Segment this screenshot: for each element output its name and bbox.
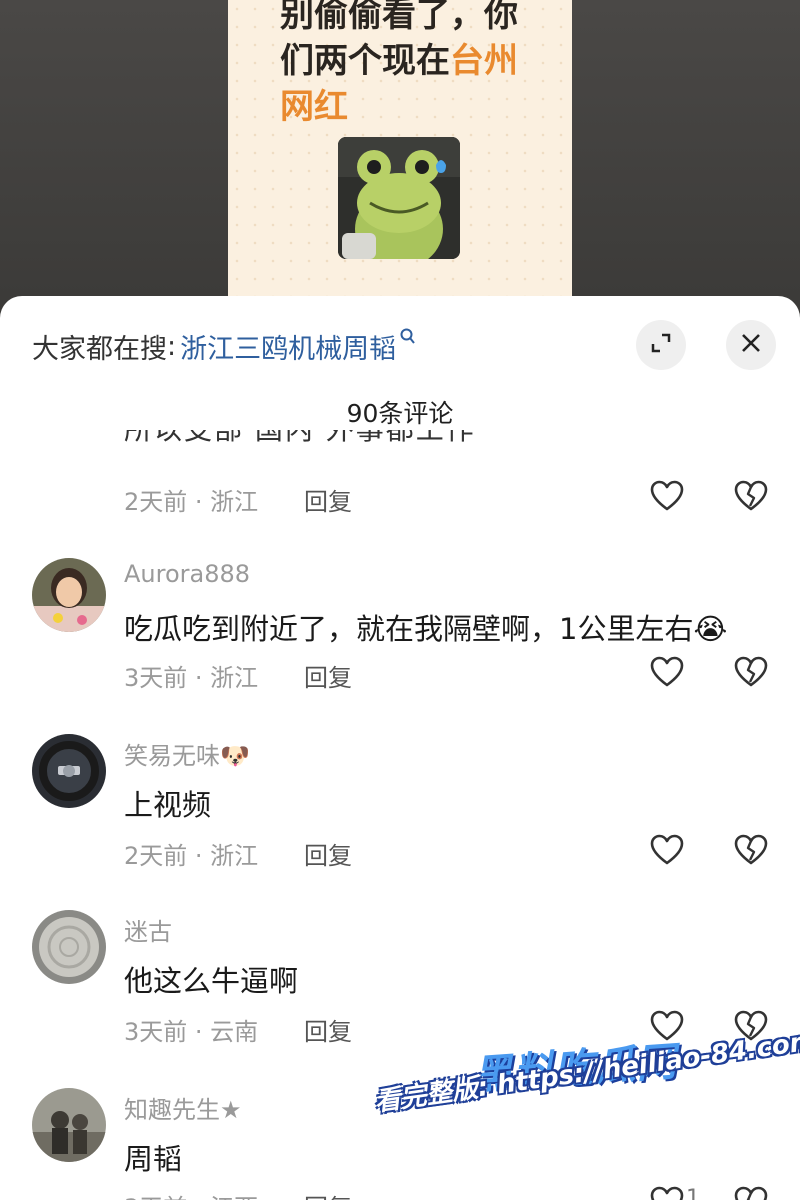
video-caption-line2-text: 们两个现在 — [280, 41, 450, 81]
trending-search-term[interactable]: 浙江三鸥机械周韬 — [180, 327, 396, 366]
comment-text: 他这么牛逼啊 — [124, 964, 299, 998]
comment-text: 所以支部 国内 外事都工作 — [124, 430, 544, 448]
avatar[interactable] — [32, 1088, 106, 1162]
heart-icon[interactable] — [650, 834, 684, 870]
heart-icon[interactable] — [650, 656, 684, 692]
like-count: 1 — [686, 1186, 700, 1200]
frog-sticker-image — [338, 137, 460, 259]
reply-button[interactable]: 回复 — [304, 1188, 352, 1200]
search-icon — [400, 328, 416, 350]
trending-search-label: 大家都在搜 — [32, 333, 167, 365]
broken-heart-icon[interactable] — [734, 834, 768, 870]
expand-button[interactable] — [636, 320, 686, 370]
broken-heart-icon[interactable] — [734, 656, 768, 692]
comment-meta: 2天前 · 浙江 — [124, 488, 259, 516]
video-caption: 别偷偷看了，你 们两个现在台州 网红 — [280, 0, 540, 130]
video-player[interactable]: 别偷偷看了，你 们两个现在台州 网红 — [0, 0, 800, 320]
trending-search-bar[interactable]: 大家都在搜 : 浙江三鸥机械周韬 — [32, 324, 416, 368]
comment-meta: 2天前 · 浙江 — [124, 842, 259, 870]
comment-meta: 3天前 · 江西 — [124, 1188, 258, 1200]
broken-heart-icon[interactable] — [734, 480, 768, 516]
comment-username[interactable]: 知趣先生★ — [124, 1090, 242, 1125]
heart-icon[interactable] — [650, 1186, 684, 1200]
trending-search-colon: : — [167, 330, 177, 362]
video-frame: 别偷偷看了，你 们两个现在台州 网红 — [228, 0, 572, 320]
video-caption-line1: 别偷偷看了，你 — [280, 0, 518, 35]
video-caption-line2: 们两个现在台州 — [280, 38, 540, 84]
comment-username[interactable]: 迷古 — [124, 912, 172, 947]
avatar[interactable] — [32, 910, 106, 984]
broken-heart-icon[interactable] — [734, 1186, 768, 1200]
comment-text: 周韬 — [124, 1142, 183, 1176]
comment-meta: 3天前 · 浙江 — [124, 664, 259, 692]
comment-username[interactable]: 笑易无味🐶 — [124, 736, 250, 771]
comment-text-clipped: 所以支部 国内 外事都工作 — [124, 430, 544, 462]
close-button[interactable] — [726, 320, 776, 370]
reply-button[interactable]: 回复 — [304, 836, 352, 871]
avatar[interactable] — [32, 558, 106, 632]
comment-text: 上视频 — [124, 788, 212, 822]
video-caption-line3: 网红 — [280, 87, 348, 127]
heart-icon[interactable] — [650, 480, 684, 516]
reply-button[interactable]: 回复 — [304, 482, 352, 517]
reply-button[interactable]: 回复 — [304, 658, 352, 693]
video-caption-highlight: 台州 — [450, 41, 518, 81]
comment-count-title: 90条评论 — [346, 399, 454, 428]
reply-button[interactable]: 回复 — [304, 1012, 352, 1047]
close-icon — [739, 331, 763, 359]
comment-username[interactable]: Aurora888 — [124, 560, 250, 588]
comment-meta: 3天前 · 云南 — [124, 1018, 259, 1046]
expand-icon — [649, 331, 673, 359]
comment-text: 吃瓜吃到附近了，就在我隔壁啊，1公里左右😭 — [124, 612, 728, 646]
avatar[interactable] — [32, 734, 106, 808]
